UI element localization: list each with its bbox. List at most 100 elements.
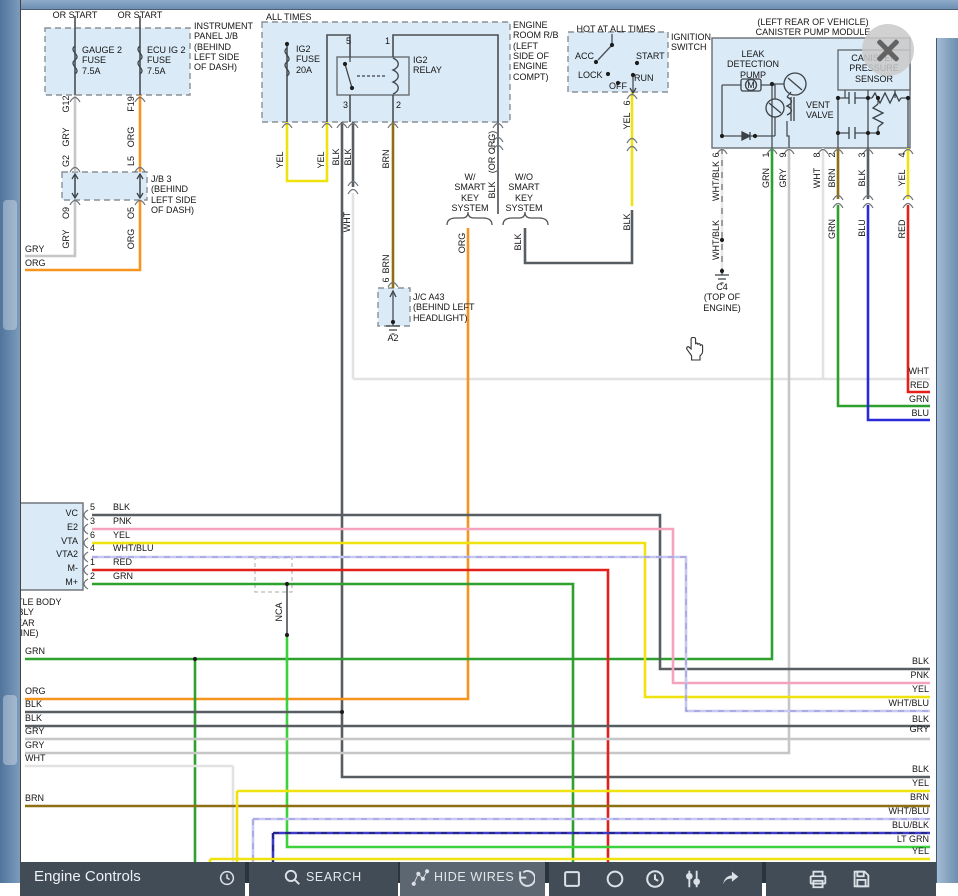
window-right-edge[interactable] [936, 38, 958, 883]
diagram-label: LEAK DETECTION PUMP [727, 49, 779, 80]
diagram-label: RUN [634, 73, 654, 83]
diagram-label: GRY [61, 127, 71, 146]
diagram-label: YEL [622, 112, 632, 129]
print-icon[interactable] [807, 868, 829, 890]
background-artifact [3, 695, 17, 765]
diagram-label: (OR ORG) [487, 131, 497, 174]
diagram-label: 2 [827, 152, 837, 157]
diagram-label: OFF [609, 81, 627, 91]
diagram-label: 9 [778, 152, 788, 157]
diagram-label: C4 (TOP OF ENGINE) [703, 282, 741, 313]
diagram-label: BRN [381, 254, 391, 273]
diagram-label: ORG [457, 233, 467, 254]
diagram-label: GRN [113, 571, 133, 581]
diagram-label: BLU [911, 408, 929, 418]
diagram-label: WHT/BLK [711, 220, 721, 260]
diagram-label: BLK [513, 233, 523, 250]
diagram-label: BLK [857, 169, 867, 186]
diagram-label: W/O SMART KEY SYSTEM [505, 172, 542, 213]
diagram-label: YEL [912, 684, 929, 694]
diagram-label: 1 [385, 36, 390, 46]
diagram-label: NCA [274, 602, 284, 621]
undo-icon[interactable] [514, 868, 535, 889]
diagram-label: HOT AT ALL TIMES [576, 24, 655, 34]
diagram-label: ECU IG 2 FUSE 7.5A [147, 45, 186, 76]
diagram-label: BLU/BLK [892, 820, 929, 830]
search-label[interactable]: SEARCH [306, 870, 362, 884]
diagram-label: 3 [90, 516, 95, 526]
diagram-label: BLK [912, 714, 929, 724]
diagram-label: WHT/BLK [711, 161, 721, 201]
close-button[interactable] [862, 24, 914, 76]
diagram-label: 4 [897, 152, 907, 157]
diagram-label: 2 [396, 100, 401, 110]
wiring-diagram-canvas[interactable] [0, 0, 958, 883]
diagram-label: OR START [53, 10, 98, 20]
diagram-label: 6 [381, 277, 391, 282]
diagram-label: 3 [857, 152, 867, 157]
select-circle-icon[interactable] [604, 868, 626, 890]
background-artifact [3, 200, 17, 330]
diagram-label: G12 [61, 95, 71, 112]
wires-icon[interactable] [410, 868, 430, 888]
diagram-label: 4 [90, 543, 95, 553]
diagram-label: BLK [622, 213, 632, 230]
diagram-label: GRN [761, 168, 771, 188]
diagram-label: A2 [387, 333, 398, 343]
diagram-label: BRN [25, 793, 44, 803]
diagram-label: OR START [118, 10, 163, 20]
diagram-label: J/B 3 (BEHIND LEFT SIDE OF DASH) [151, 174, 196, 215]
diagram-label: GRN [909, 394, 929, 404]
history-clock-icon[interactable] [218, 869, 236, 887]
diagram-label: BLK [25, 699, 42, 709]
diagram-label: PNK [113, 516, 132, 526]
hand-cursor [683, 336, 707, 362]
diagram-label: GRY [25, 740, 44, 750]
diagram-label: O9 [61, 207, 71, 219]
diagram-label: M- [68, 563, 79, 573]
diagram-label: GRN [827, 219, 837, 239]
diagram-label: GRY [778, 168, 788, 187]
sliders-icon[interactable] [682, 868, 704, 890]
diagram-label: LT GRN [897, 834, 929, 844]
diagram-label: ENGINE ROOM R/B (LEFT SIDE OF ENGINE COM… [513, 20, 559, 82]
diagram-label: BRN [381, 149, 391, 168]
share-icon[interactable] [720, 868, 742, 890]
select-rect-icon[interactable] [561, 868, 583, 890]
diagram-label: 1 [90, 557, 95, 567]
diagram-label: M+ [65, 577, 78, 587]
diagram-label: YEL [912, 846, 929, 856]
diagram-label: RED [897, 219, 907, 238]
diagram-label: IGNITION SWITCH [671, 32, 711, 53]
brace [447, 212, 492, 225]
diagram-label: 3 [343, 100, 348, 110]
diagram-label: L5 [126, 156, 136, 166]
hide-wires-label[interactable]: HIDE WIRES [434, 870, 514, 884]
diagram-label: BLK [912, 764, 929, 774]
diagram-label: WHT/BLU [113, 543, 154, 553]
diagram-label: BLU [857, 219, 867, 237]
save-icon[interactable] [850, 868, 872, 890]
brace [503, 212, 548, 225]
diagram-label: 6 [622, 100, 632, 105]
diagram-label: ACC [575, 51, 594, 61]
diagram-label: RED [113, 557, 132, 567]
diagram-label: VTA2 [56, 549, 78, 559]
diagram-label: VTA [61, 536, 78, 546]
diagram-label: WHT [909, 366, 930, 376]
diagram-label: GRY [910, 724, 929, 734]
diagram-label: 6 [90, 530, 95, 540]
diagram-label: 5 [346, 36, 351, 46]
diagram-label: PNK [910, 670, 929, 680]
diagram-label: BLK [113, 502, 130, 512]
diagram-label: IG2 RELAY [413, 55, 442, 76]
search-icon[interactable] [283, 868, 302, 887]
app-window: { "toolbar": {"title": "Engine Controls"… [0, 0, 958, 883]
diagram-label: IG2 FUSE 20A [296, 44, 320, 75]
diagram-label: WHT [812, 168, 822, 189]
clock-icon[interactable] [644, 868, 666, 890]
diagram-label: RED [910, 380, 929, 390]
diagram-label: W/ SMART KEY SYSTEM [451, 172, 488, 213]
window-top-edge [0, 0, 958, 10]
diagram-label: GRY [61, 229, 71, 248]
